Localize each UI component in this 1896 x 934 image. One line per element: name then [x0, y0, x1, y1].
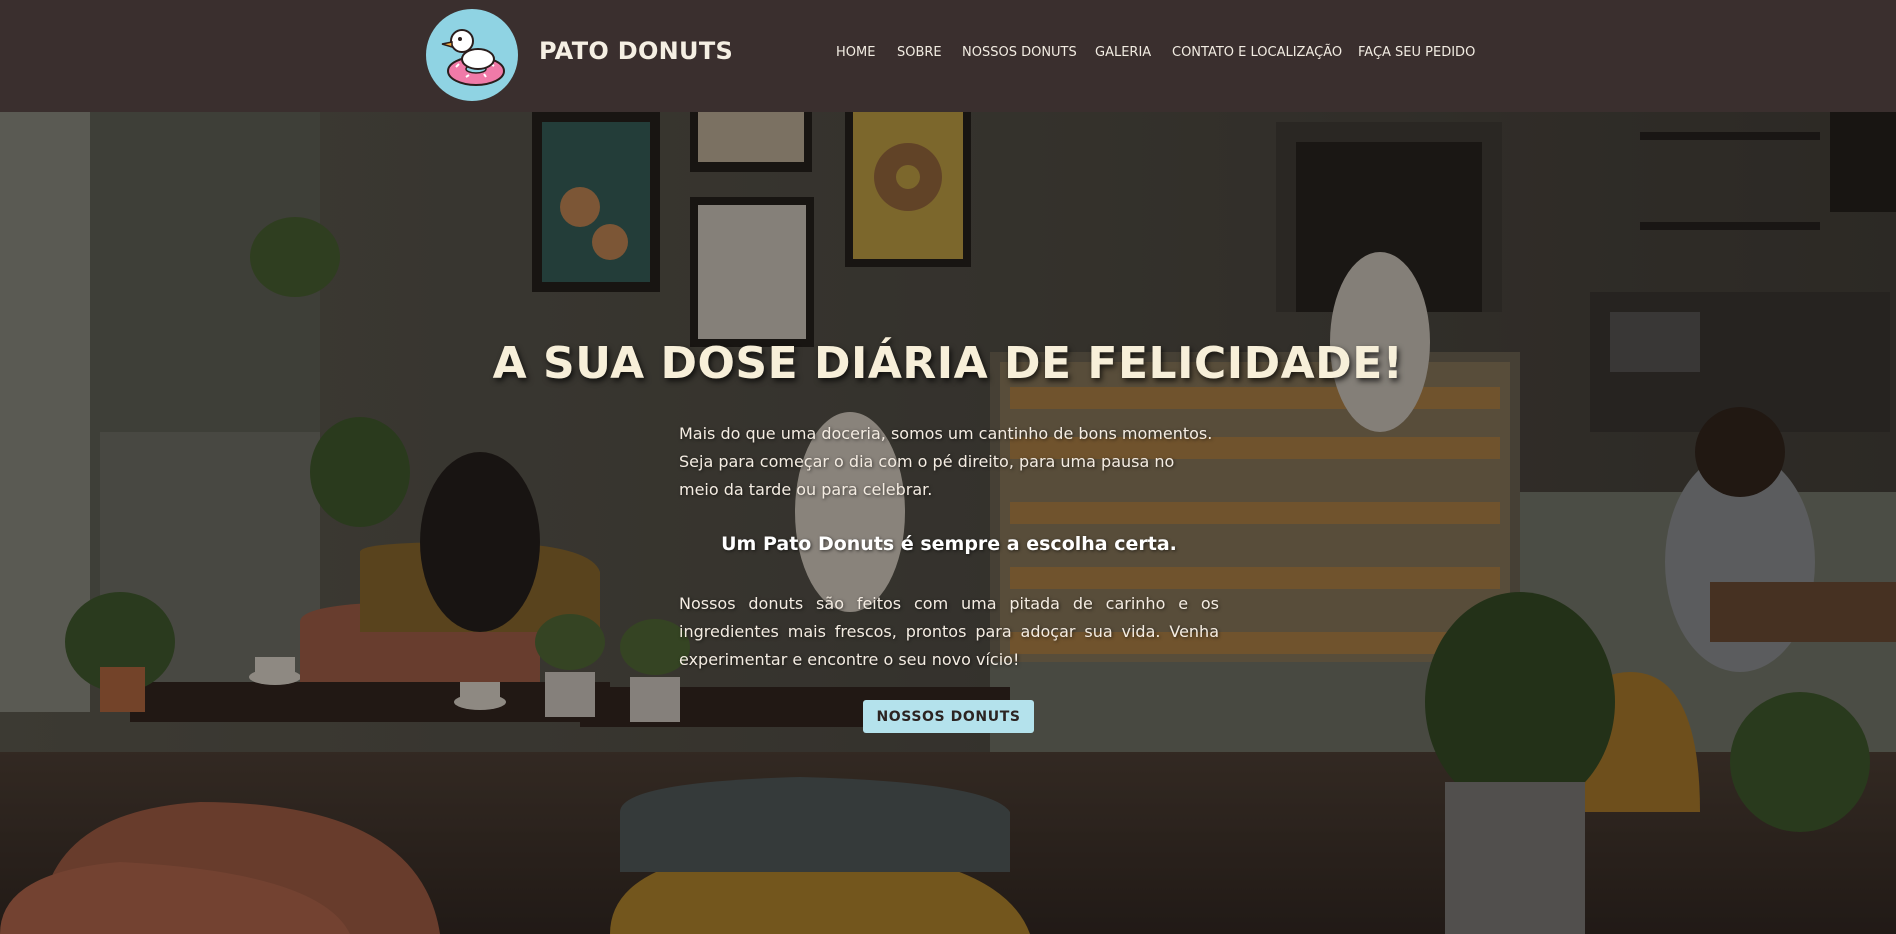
hero-title: A SUA DOSE DIÁRIA DE FELICIDADE!: [492, 338, 1404, 389]
nav-contato[interactable]: CONTATO E LOCALIZAÇÃO: [1172, 45, 1342, 60]
hero-dark-overlay: [0, 112, 1896, 934]
hero-intro-paragraph: Mais do que uma doceria, somos um cantin…: [679, 424, 1213, 499]
nav-faca-seu-pedido[interactable]: FAÇA SEU PEDIDO: [1358, 45, 1475, 60]
nav-nossos-donuts[interactable]: NOSSOS DONUTS: [962, 45, 1077, 60]
hero-section: A SUA DOSE DIÁRIA DE FELICIDADE! Mais do…: [0, 112, 1896, 934]
duck-icon: [441, 29, 505, 86]
nossos-donuts-button[interactable]: NOSSOS DONUTS: [863, 700, 1034, 733]
nav-galeria[interactable]: GALERIA: [1095, 45, 1151, 60]
hero-tagline: Um Pato Donuts é sempre a escolha certa.: [721, 533, 1177, 555]
nav-home[interactable]: HOME: [836, 45, 875, 60]
site-header: PATO DONUTS HOME SOBRE NOSSOS DONUTS GAL…: [0, 0, 1896, 112]
duck-donut-logo[interactable]: [426, 9, 518, 101]
nav-sobre[interactable]: SOBRE: [897, 45, 942, 60]
brand-name[interactable]: PATO DONUTS: [539, 37, 733, 65]
hero-description-paragraph: Nossos donuts são feitos com uma pitada …: [679, 594, 1219, 669]
